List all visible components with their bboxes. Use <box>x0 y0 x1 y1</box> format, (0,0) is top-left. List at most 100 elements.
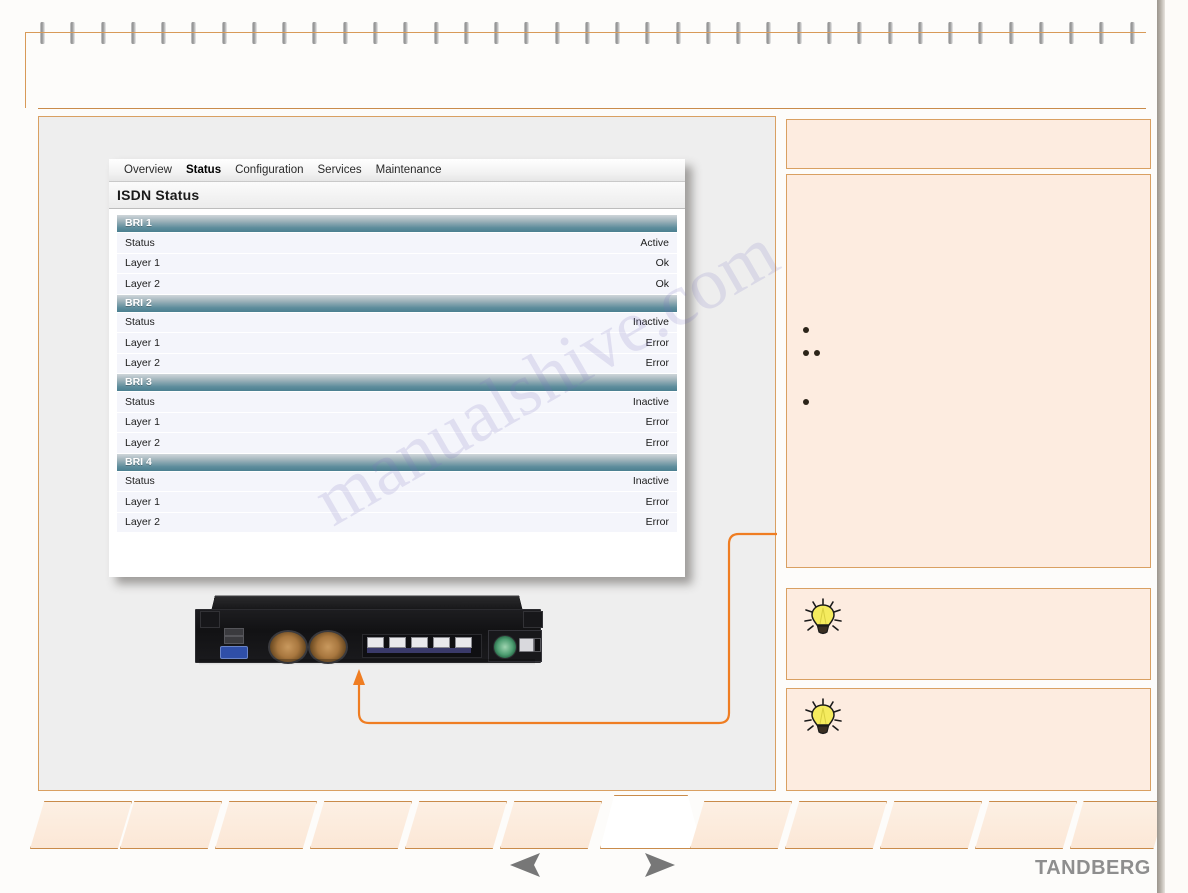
nav-tab-maintenance[interactable]: Maintenance <box>369 159 449 181</box>
row-value: Error <box>645 357 669 370</box>
power-inlet-icon <box>519 638 534 652</box>
spiral-binding <box>30 22 1150 46</box>
bottom-tab[interactable] <box>975 801 1077 849</box>
bullet-point <box>803 350 809 356</box>
bottom-tab[interactable] <box>30 801 132 849</box>
spiral-ring <box>221 22 227 44</box>
manual-page: Overview Status Configuration Services M… <box>0 0 1188 893</box>
spiral-ring <box>70 22 76 44</box>
table-row: Status Inactive <box>117 312 677 333</box>
device-drop-shadow <box>199 659 535 665</box>
row-value: Inactive <box>632 475 669 488</box>
spiral-ring <box>494 22 500 44</box>
spiral-ring <box>1038 22 1044 44</box>
row-value: Ok <box>655 277 669 290</box>
table-row: Layer 2 Error <box>117 512 677 533</box>
isdn-port-icon <box>455 637 472 648</box>
spiral-ring <box>978 22 984 44</box>
nav-tab-services[interactable]: Services <box>311 159 369 181</box>
row-label: Layer 1 <box>125 495 161 508</box>
table-row: Layer 2 Error <box>117 353 677 374</box>
power-switch-icon <box>534 638 541 652</box>
table-row: Layer 1 Error <box>117 412 677 433</box>
spiral-ring <box>130 22 136 44</box>
browser-screenshot: Overview Status Configuration Services M… <box>109 159 685 577</box>
header-rule-top <box>25 32 1146 33</box>
row-label: Layer 2 <box>125 277 161 290</box>
header-rule-bottom <box>38 108 1146 109</box>
browser-title-bar: ISDN Status <box>109 182 685 209</box>
spiral-ring <box>282 22 288 44</box>
row-value: Inactive <box>632 316 669 329</box>
spiral-ring <box>736 22 742 44</box>
bottom-tab[interactable] <box>120 801 222 849</box>
spiral-ring <box>403 22 409 44</box>
spiral-ring <box>857 22 863 44</box>
vga-port-icon <box>220 646 248 659</box>
table-row: Status Inactive <box>117 471 677 492</box>
bottom-tab[interactable] <box>880 801 982 849</box>
isdn-status-table: BRI 1 Status Active Layer 1 Ok Layer 2 O… <box>109 209 685 541</box>
bottom-tab[interactable] <box>600 795 702 849</box>
nav-next-button[interactable] <box>643 852 677 878</box>
spiral-ring <box>251 22 257 44</box>
spiral-ring <box>827 22 833 44</box>
bullet-point <box>814 350 820 356</box>
bottom-tab[interactable] <box>500 801 602 849</box>
browser-nav-bar: Overview Status Configuration Services M… <box>109 159 685 182</box>
nav-tab-configuration[interactable]: Configuration <box>228 159 310 181</box>
device-rear-panel-photo <box>191 595 543 673</box>
spiral-ring <box>191 22 197 44</box>
group-header-bri-1: BRI 1 <box>117 215 677 233</box>
row-label: Layer 1 <box>125 416 161 429</box>
content-pane: Overview Status Configuration Services M… <box>38 116 777 791</box>
bottom-tab[interactable] <box>1070 801 1167 849</box>
spiral-ring <box>796 22 802 44</box>
row-label: Layer 2 <box>125 357 161 370</box>
bullet-point <box>803 399 809 405</box>
sidebar-panel-note-1 <box>786 119 1151 169</box>
spiral-ring <box>1099 22 1105 44</box>
spiral-ring <box>1129 22 1135 44</box>
group-header-bri-4: BRI 4 <box>117 453 677 472</box>
rack-ear-left <box>200 611 220 628</box>
spiral-ring <box>372 22 378 44</box>
table-row: Layer 1 Error <box>117 492 677 513</box>
spiral-ring <box>524 22 530 44</box>
nav-tab-status[interactable]: Status <box>179 159 228 181</box>
bottom-tab[interactable] <box>405 801 507 849</box>
spiral-ring <box>40 22 45 44</box>
usb-port-icon <box>224 636 244 644</box>
bottom-tab[interactable] <box>690 801 792 849</box>
page-outer-margin <box>1165 0 1188 893</box>
lightbulb-icon <box>804 698 842 735</box>
power-supply-unit <box>488 630 542 662</box>
spiral-ring <box>887 22 893 44</box>
bottom-tab[interactable] <box>215 801 317 849</box>
row-value: Error <box>645 516 669 529</box>
spiral-ring <box>1069 22 1075 44</box>
page-title: ISDN Status <box>117 187 200 203</box>
spiral-ring <box>675 22 681 44</box>
spiral-ring <box>584 22 590 44</box>
nav-prev-button[interactable] <box>508 852 542 878</box>
isdn-port-bay <box>362 634 482 658</box>
nav-tab-overview[interactable]: Overview <box>117 159 179 181</box>
bottom-tab[interactable] <box>310 801 412 849</box>
bottom-tab[interactable] <box>785 801 887 849</box>
usb-port-icon <box>224 628 244 636</box>
isdn-port-icon <box>367 637 384 648</box>
spiral-ring <box>615 22 621 44</box>
table-row: Status Inactive <box>117 392 677 413</box>
spiral-ring <box>312 22 318 44</box>
sidebar-panel-tip-1 <box>786 588 1151 680</box>
row-label: Layer 1 <box>125 336 161 349</box>
spiral-ring <box>948 22 954 44</box>
spiral-ring <box>917 22 923 44</box>
spiral-ring <box>463 22 469 44</box>
row-label: Status <box>125 236 155 249</box>
row-label: Layer 2 <box>125 436 161 449</box>
table-row: Layer 2 Ok <box>117 274 677 295</box>
table-row: Layer 1 Error <box>117 333 677 354</box>
isdn-bay-strip <box>367 648 471 653</box>
